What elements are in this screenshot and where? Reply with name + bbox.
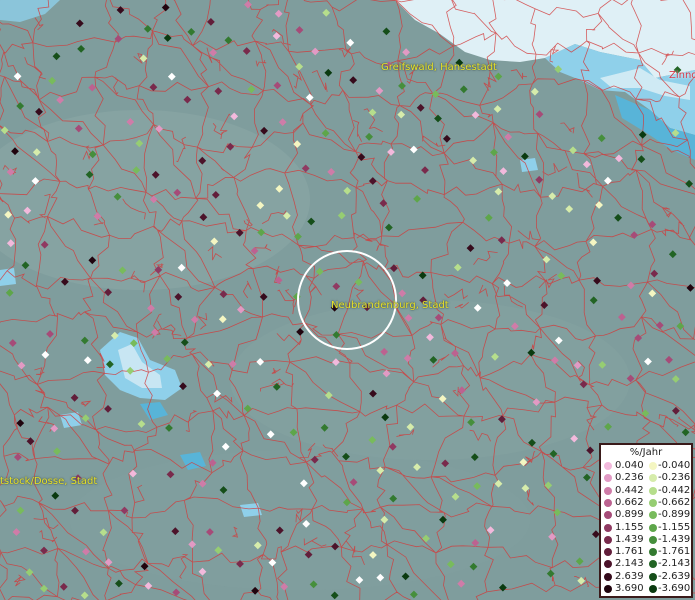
legend-swatch-negative bbox=[649, 585, 657, 593]
legend-panel: %/Jahr 0.040 -0.040 0.236 -0.236 0.442 -0.442… bbox=[599, 443, 693, 598]
legend-swatch-negative bbox=[649, 486, 657, 495]
legend-swatch-positive bbox=[604, 462, 612, 470]
legend-swatch-positive bbox=[604, 523, 612, 532]
legend-swatch-negative bbox=[649, 462, 657, 470]
legend-value-positive: 0.662 bbox=[615, 496, 644, 508]
legend-swatch-negative bbox=[649, 572, 657, 581]
legend-value-positive: 1.155 bbox=[615, 521, 644, 533]
legend-value-positive: 0.899 bbox=[615, 509, 644, 521]
legend-row: 1.155 -1.155 bbox=[601, 522, 693, 534]
legend-row: 1.761 -1.761 bbox=[601, 546, 693, 558]
legend-value-positive: 2.639 bbox=[615, 570, 644, 582]
legend-value-negative: -2.143 bbox=[658, 558, 691, 570]
legend-swatch-positive bbox=[604, 498, 612, 507]
legend-row: 2.639 -2.639 bbox=[601, 571, 693, 583]
legend-swatch-negative bbox=[649, 511, 657, 520]
legend-value-negative: -0.236 bbox=[658, 472, 691, 484]
legend-swatch-negative bbox=[649, 523, 657, 532]
place-label-greifswald: Greifswald, Hansestadt bbox=[381, 62, 497, 73]
legend-swatch-positive bbox=[604, 486, 612, 495]
legend-value-negative: -1.439 bbox=[658, 533, 691, 545]
legend-row: 0.662 -0.662 bbox=[601, 497, 693, 509]
legend-value-positive: 2.143 bbox=[615, 558, 644, 570]
legend-swatch-negative bbox=[649, 548, 657, 557]
legend-swatch-negative bbox=[649, 535, 657, 544]
legend-swatch-negative bbox=[649, 560, 657, 569]
legend-row: 1.439 -1.439 bbox=[601, 534, 693, 546]
legend-value-positive: 3.690 bbox=[615, 583, 644, 594]
legend-value-negative: -0.662 bbox=[658, 496, 691, 508]
legend-swatch-positive bbox=[604, 535, 612, 544]
legend-row: 0.040 -0.040 bbox=[601, 460, 693, 472]
legend-row: 0.442 -0.442 bbox=[601, 485, 693, 497]
legend-value-positive: 1.761 bbox=[615, 546, 644, 558]
lake-small bbox=[520, 158, 538, 172]
legend-swatch-positive bbox=[604, 548, 612, 557]
legend-swatch-positive bbox=[604, 560, 612, 569]
place-label-zinnowitz: Zinno bbox=[669, 70, 695, 81]
legend-swatch-positive bbox=[604, 585, 612, 593]
legend-swatch-negative bbox=[649, 474, 657, 483]
legend-swatch-negative bbox=[649, 498, 657, 507]
legend-value-negative: -1.761 bbox=[658, 546, 691, 558]
legend-title: %/Jahr bbox=[629, 447, 663, 458]
legend-value-positive: 0.236 bbox=[615, 472, 644, 484]
legend-value-negative: -0.442 bbox=[658, 484, 691, 496]
legend-value-negative: -1.155 bbox=[658, 521, 691, 533]
legend-row: 2.143 -2.143 bbox=[601, 558, 693, 570]
legend-swatch-positive bbox=[604, 511, 612, 520]
map-view[interactable]: Greifswald, Hansestadt Neubrandenburg, S… bbox=[0, 0, 695, 600]
legend-row: 0.236 -0.236 bbox=[601, 472, 693, 484]
legend-row: 0.899 -0.899 bbox=[601, 509, 693, 521]
legend-swatch-positive bbox=[604, 474, 612, 483]
place-label-wittstock: tstock/Dosse, Stadt bbox=[0, 476, 98, 487]
legend-swatch-positive bbox=[604, 572, 612, 581]
legend-value-negative: -3.690 bbox=[658, 583, 691, 594]
legend-value-positive: 0.442 bbox=[615, 484, 644, 496]
legend-value-positive: 1.439 bbox=[615, 533, 644, 545]
place-label-neubrandenburg: Neubrandenburg, Stadt bbox=[331, 300, 449, 311]
legend-value-negative: -0.899 bbox=[658, 509, 691, 521]
legend-value-negative: -2.639 bbox=[658, 570, 691, 582]
legend-row: 3.690 -3.690 bbox=[601, 583, 693, 595]
legend-value-negative: -0.040 bbox=[658, 460, 691, 471]
legend-value-positive: 0.040 bbox=[615, 460, 644, 471]
